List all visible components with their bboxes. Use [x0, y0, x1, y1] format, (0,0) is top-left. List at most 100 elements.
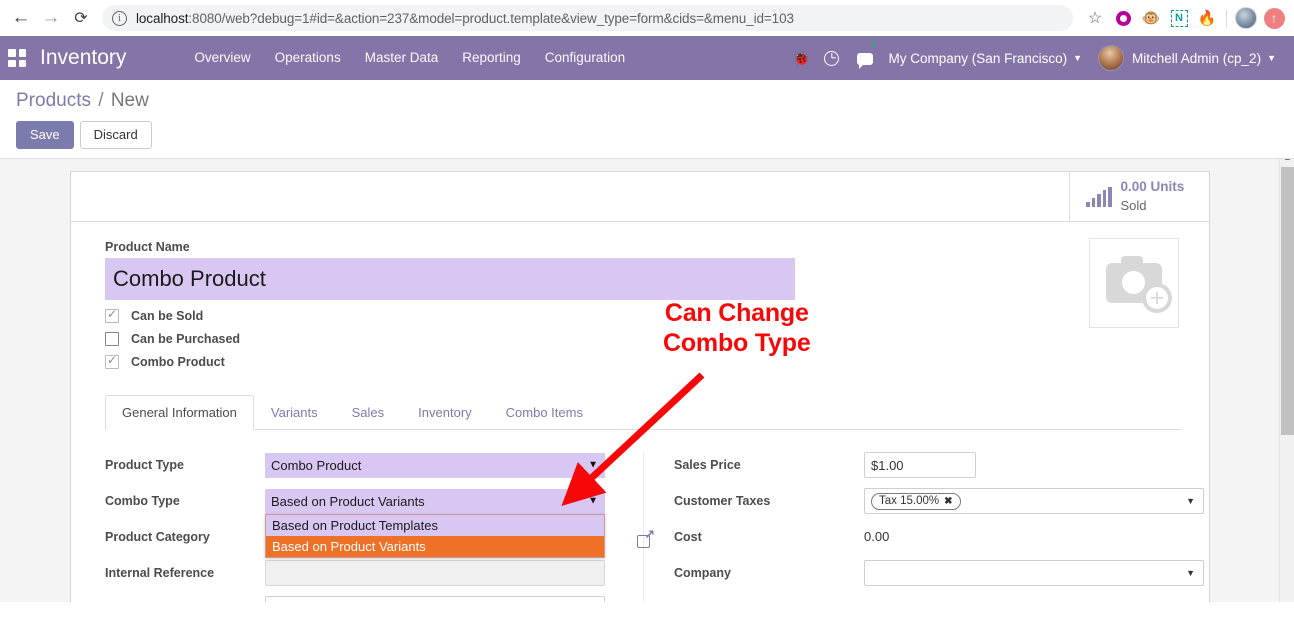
menu-configuration[interactable]: Configuration: [533, 36, 637, 80]
back-arrow-icon[interactable]: ←: [6, 3, 36, 33]
can-be-sold-checkbox[interactable]: [105, 309, 119, 323]
close-icon[interactable]: ✖: [944, 496, 952, 507]
combo-product-row[interactable]: Combo Product: [105, 355, 1181, 369]
breadcrumb-products[interactable]: Products: [16, 90, 91, 111]
cost-value: 0.00: [864, 529, 889, 544]
note-extension-icon[interactable]: N: [1165, 4, 1193, 32]
tab-inventory[interactable]: Inventory: [401, 395, 488, 430]
form-tabs: General Information Variants Sales Inven…: [105, 395, 1181, 430]
barcode-row: Barcode: [105, 596, 643, 602]
combo-type-select[interactable]: Based on Product Variants ▼: [265, 489, 605, 514]
apps-grid-icon[interactable]: [8, 49, 26, 67]
combo-type-option-variants[interactable]: Based on Product Variants: [266, 536, 604, 557]
monkey-extension-icon[interactable]: 🐵: [1137, 4, 1165, 32]
chevron-down-icon: ▼: [588, 460, 598, 471]
menu-reporting[interactable]: Reporting: [450, 36, 533, 80]
combo-type-value: Based on Product Variants: [271, 494, 425, 509]
product-type-select[interactable]: Combo Product ▼: [265, 453, 605, 478]
units-sold-stat-button[interactable]: 0.00 Units Sold: [1069, 172, 1209, 221]
toolbar-divider: [1226, 10, 1227, 27]
cost-row: ↗ Cost 0.00: [674, 524, 1181, 550]
internal-reference-input[interactable]: [265, 560, 605, 586]
address-bar[interactable]: i localhost:8080/web?debug=1#id=&action=…: [102, 5, 1073, 31]
update-button-icon[interactable]: ↑: [1260, 4, 1288, 32]
customer-taxes-row: Customer Taxes Tax 15.00% ✖ ▼: [674, 488, 1181, 514]
external-link-icon[interactable]: ↗: [637, 531, 654, 548]
product-name-input[interactable]: [105, 258, 795, 300]
tab-variants[interactable]: Variants: [254, 395, 335, 430]
messages-icon[interactable]: 7: [847, 43, 881, 73]
barcode-input[interactable]: [265, 596, 605, 602]
forward-arrow-icon[interactable]: →: [36, 3, 66, 33]
tab-combo-items[interactable]: Combo Items: [489, 395, 600, 430]
odoo-navbar: Inventory Overview Operations Master Dat…: [0, 36, 1294, 80]
address-bar-url: localhost:8080/web?debug=1#id=&action=23…: [136, 11, 794, 26]
product-type-row: Product Type Combo Product ▼: [105, 452, 643, 478]
menu-master-data[interactable]: Master Data: [353, 36, 451, 80]
menu-operations[interactable]: Operations: [263, 36, 353, 80]
control-panel: Products / New Save Discard: [0, 80, 1294, 159]
company-label: Company: [674, 566, 864, 580]
info-circle-icon[interactable]: i: [112, 11, 127, 26]
tab-general-information[interactable]: General Information: [105, 395, 254, 430]
can-be-purchased-row[interactable]: Can be Purchased: [105, 332, 1181, 346]
browser-extension-icons: ☆ 🐵 N 🔥 ↑: [1081, 4, 1288, 32]
combo-type-option-templates[interactable]: Based on Product Templates: [266, 515, 604, 536]
reload-icon[interactable]: ⟳: [66, 3, 96, 33]
product-name-label: Product Name: [105, 240, 1181, 254]
address-bar-host: localhost: [136, 11, 188, 26]
sales-price-input[interactable]: [864, 452, 976, 478]
company-select[interactable]: ▼: [864, 560, 1204, 586]
sales-price-row: Sales Price: [674, 452, 1181, 478]
form-background: 0.00 Units Sold Product Name Can be Sold…: [0, 159, 1294, 602]
form-action-buttons: Save Discard: [16, 121, 1278, 149]
cost-label: Cost: [674, 530, 702, 544]
scroll-up-arrow-icon[interactable]: ▲: [1283, 159, 1292, 162]
form-sheet: 0.00 Units Sold Product Name Can be Sold…: [70, 171, 1210, 602]
customer-taxes-select[interactable]: Tax 15.00% ✖ ▼: [864, 488, 1204, 514]
combo-product-checkbox[interactable]: [105, 355, 119, 369]
can-be-sold-label: Can be Sold: [131, 309, 203, 323]
combo-product-label: Combo Product: [131, 355, 225, 369]
navbar-right-group: 🐞 7 My Company (San Francisco) ▼ Mitchel…: [787, 43, 1294, 73]
activity-clock-icon[interactable]: [817, 43, 847, 73]
address-bar-path: :8080/web?debug=1#id=&action=237&model=p…: [188, 11, 794, 26]
menu-overview[interactable]: Overview: [182, 36, 262, 80]
customer-taxes-tag-label: Tax 15.00%: [879, 495, 939, 507]
bar-chart-icon: [1086, 187, 1112, 207]
user-name: Mitchell Admin (cp_2): [1132, 51, 1261, 66]
cost-label-wrap: ↗ Cost: [674, 530, 864, 544]
combo-type-row: Combo Type Based on Product Variants ▼ B…: [105, 488, 643, 514]
scrollbar-thumb[interactable]: [1281, 167, 1294, 435]
bookmark-star-icon[interactable]: ☆: [1081, 4, 1109, 32]
combo-type-dropdown-list: Based on Product Templates Based on Prod…: [265, 514, 605, 558]
tab-sales[interactable]: Sales: [335, 395, 402, 430]
product-image-upload[interactable]: +: [1089, 238, 1179, 328]
product-type-label: Product Type: [105, 458, 265, 472]
internal-reference-row: Internal Reference: [105, 560, 643, 586]
debug-bug-icon[interactable]: 🐞: [787, 43, 817, 73]
stat-button-bar: 0.00 Units Sold: [71, 172, 1209, 222]
ring-extension-icon[interactable]: [1109, 4, 1137, 32]
company-row: Company ▼: [674, 560, 1181, 586]
discard-button[interactable]: Discard: [80, 121, 152, 149]
customer-taxes-tag[interactable]: Tax 15.00% ✖: [871, 493, 961, 510]
vertical-scrollbar[interactable]: ▲: [1279, 159, 1294, 602]
breadcrumb-current: New: [111, 90, 149, 111]
units-sold-label: Sold: [1121, 198, 1147, 213]
chevron-down-icon: ▼: [1186, 496, 1195, 506]
form-body: Product Name Can be Sold Can be Purchase…: [71, 222, 1209, 602]
breadcrumb: Products / New: [16, 90, 1278, 112]
browser-toolbar: ← → ⟳ i localhost:8080/web?debug=1#id=&a…: [0, 0, 1294, 36]
can-be-purchased-label: Can be Purchased: [131, 332, 240, 346]
customer-taxes-label: Customer Taxes: [674, 494, 864, 508]
can-be-sold-row[interactable]: Can be Sold: [105, 309, 1181, 323]
chevron-down-icon: ▼: [1267, 53, 1276, 63]
fire-extension-icon[interactable]: 🔥: [1193, 4, 1221, 32]
profile-avatar-icon[interactable]: [1232, 4, 1260, 32]
company-switcher[interactable]: My Company (San Francisco) ▼: [881, 51, 1090, 66]
can-be-purchased-checkbox[interactable]: [105, 332, 119, 346]
left-column: Product Type Combo Product ▼ Combo Type: [105, 452, 643, 602]
save-button[interactable]: Save: [16, 121, 74, 149]
user-menu[interactable]: Mitchell Admin (cp_2) ▼: [1090, 45, 1284, 71]
